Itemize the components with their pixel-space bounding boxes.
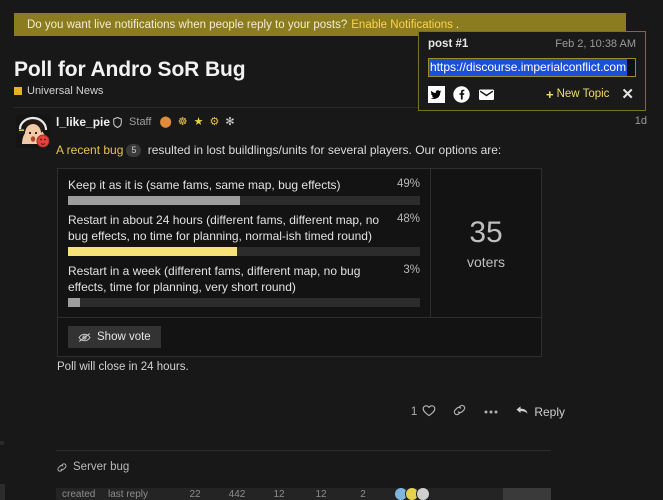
poll-options: Keep it as it is (same fams, same map, b… bbox=[58, 169, 431, 317]
poster-info: l_like_pie Staff ⬤ ☸ ★ ⚙ ✻ bbox=[56, 114, 241, 130]
column-created[interactable]: created bbox=[62, 489, 108, 500]
poll-option-text: Keep it as it is (same fams, same map, b… bbox=[68, 178, 341, 192]
poll-option-percent: 48% bbox=[396, 213, 420, 225]
show-vote-label: Show vote bbox=[97, 331, 151, 343]
like-button[interactable]: 1 bbox=[411, 404, 436, 420]
post-age[interactable]: 1d bbox=[635, 115, 647, 127]
poll-option-percent: 49% bbox=[396, 178, 420, 190]
poll-voters-panel: 35 voters bbox=[431, 169, 541, 317]
topic-list-header: created last reply 22 442 12 12 2 bbox=[56, 488, 503, 500]
poll-footer: Show vote bbox=[58, 317, 541, 356]
poll-option-bar-track bbox=[68, 247, 420, 256]
column-links: 2 bbox=[360, 488, 366, 500]
notification-message: Do you want live notifications when peop… bbox=[27, 18, 348, 31]
poll-option-bar-fill bbox=[68, 298, 81, 307]
new-topic-label: New Topic bbox=[556, 88, 610, 100]
poll-option-bar-fill bbox=[68, 196, 241, 205]
share-post-date: Feb 2, 10:38 AM bbox=[555, 38, 636, 50]
shield-icon bbox=[113, 116, 122, 128]
poll-option[interactable]: Keep it as it is (same fams, same map, b… bbox=[68, 177, 420, 205]
server-bug-label: Server bug bbox=[73, 461, 130, 473]
more-options-button[interactable] bbox=[483, 406, 499, 418]
column-views: 442 bbox=[228, 488, 246, 500]
link-icon bbox=[452, 403, 467, 420]
reply-button[interactable]: Reply bbox=[515, 404, 565, 419]
poll-option-row: Restart in about 24 hours (different fam… bbox=[68, 212, 420, 244]
category-name: Universal News bbox=[27, 85, 104, 97]
avatar[interactable] bbox=[16, 114, 50, 148]
server-bug-link[interactable]: Server bug bbox=[56, 461, 129, 473]
poll-voters-label: voters bbox=[466, 254, 506, 270]
copy-link-button[interactable] bbox=[452, 403, 467, 420]
close-icon[interactable]: ✕ bbox=[621, 87, 634, 102]
share-popup: post #1 Feb 2, 10:38 AM https://discours… bbox=[418, 31, 646, 111]
link-icon bbox=[56, 462, 68, 473]
column-users: 12 bbox=[273, 488, 285, 500]
share-actions: + New Topic ✕ bbox=[428, 84, 636, 104]
badge-icon-5[interactable]: ✻ bbox=[225, 116, 234, 128]
poll-option-bar-fill bbox=[68, 247, 237, 256]
show-vote-button[interactable]: Show vote bbox=[68, 326, 161, 348]
poll-option-row: Restart in a week (different fams, diffe… bbox=[68, 263, 420, 295]
facebook-icon[interactable] bbox=[453, 85, 470, 103]
poll-option-row: Keep it as it is (same fams, same map, b… bbox=[68, 177, 420, 193]
poll-close-note: Poll will close in 24 hours. bbox=[57, 361, 189, 373]
email-icon[interactable] bbox=[478, 86, 495, 103]
reply-arrow-icon bbox=[515, 404, 529, 419]
column-likes: 12 bbox=[315, 488, 327, 500]
poll-option-percent: 3% bbox=[403, 264, 420, 276]
topic-page: Do you want live notifications when peop… bbox=[0, 0, 663, 500]
poll-widget: Keep it as it is (same fams, same map, b… bbox=[57, 168, 542, 357]
badge-icon-1[interactable]: ⬤ bbox=[159, 116, 171, 128]
heart-icon bbox=[422, 404, 436, 420]
poll-main: Keep it as it is (same fams, same map, b… bbox=[58, 169, 541, 317]
enable-notifications-link[interactable]: Enable Notifications bbox=[351, 19, 453, 31]
scroll-marker-top bbox=[0, 441, 4, 445]
poll-option-text: Restart in a week (different fams, diffe… bbox=[68, 264, 361, 294]
badge-list: ⬤ ☸ ★ ⚙ ✻ bbox=[159, 116, 240, 128]
new-topic-button[interactable]: + New Topic bbox=[546, 87, 609, 102]
scrollbar-thumb[interactable] bbox=[0, 484, 5, 500]
share-post-number: post #1 bbox=[428, 38, 469, 50]
participant-avatars bbox=[394, 488, 430, 500]
post-body-text: A recent bug 5 resulted in lost buildling… bbox=[56, 142, 551, 158]
category-badge[interactable]: Universal News bbox=[14, 85, 103, 97]
reply-count-pill[interactable]: 5 bbox=[126, 144, 142, 157]
column-replies: 22 bbox=[189, 488, 201, 500]
share-url-value[interactable]: https://discourse.imperialconflict.com bbox=[429, 59, 628, 76]
topic-list-header-right bbox=[503, 488, 551, 500]
poll-option-bar-track bbox=[68, 196, 420, 205]
footer-divider bbox=[56, 450, 551, 451]
mini-avatar[interactable] bbox=[416, 488, 430, 500]
column-last-reply[interactable]: last reply bbox=[108, 489, 174, 500]
post-body-rest: resulted in lost buildlings/units for se… bbox=[144, 143, 502, 157]
poll-option[interactable]: Restart in a week (different fams, diffe… bbox=[68, 263, 420, 307]
category-color-swatch bbox=[14, 87, 22, 95]
poll-option-text: Restart in about 24 hours (different fam… bbox=[68, 213, 380, 243]
staff-label: Staff bbox=[129, 116, 152, 128]
reply-label: Reply bbox=[534, 404, 565, 419]
badge-icon-2[interactable]: ☸ bbox=[178, 116, 188, 128]
notification-trailing-dot: . bbox=[455, 18, 460, 31]
share-popup-header: post #1 Feb 2, 10:38 AM bbox=[428, 38, 636, 54]
recent-bug-link[interactable]: A recent bug bbox=[56, 143, 123, 157]
badge-icon-3[interactable]: ★ bbox=[194, 116, 204, 128]
plus-icon: + bbox=[545, 86, 554, 102]
like-count: 1 bbox=[410, 405, 418, 418]
twitter-icon[interactable] bbox=[428, 85, 445, 103]
page-title: Poll for Andro SoR Bug bbox=[14, 58, 246, 81]
poll-option[interactable]: Restart in about 24 hours (different fam… bbox=[68, 212, 420, 256]
post-controls: 1 Reply bbox=[395, 403, 565, 420]
poll-voters-count: 35 bbox=[469, 216, 503, 249]
post-body: A recent bug 5 resulted in lost buildling… bbox=[56, 142, 551, 158]
share-url-field[interactable]: https://discourse.imperialconflict.com bbox=[428, 58, 636, 77]
username[interactable]: l_like_pie bbox=[56, 115, 110, 129]
badge-icon-4[interactable]: ⚙ bbox=[210, 116, 220, 128]
ellipsis-icon bbox=[483, 406, 499, 418]
poll-option-bar-track bbox=[68, 298, 420, 307]
eye-slash-icon bbox=[78, 332, 91, 343]
